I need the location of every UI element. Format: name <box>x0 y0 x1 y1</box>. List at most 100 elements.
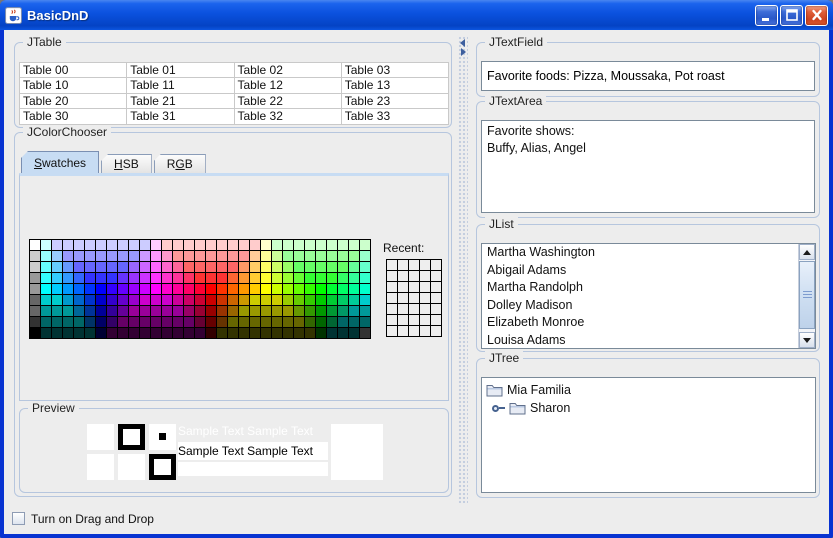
color-swatch[interactable] <box>239 295 249 305</box>
color-swatch[interactable] <box>360 306 370 316</box>
color-swatch[interactable] <box>74 317 84 327</box>
color-swatch[interactable] <box>206 251 216 261</box>
color-swatch[interactable] <box>195 240 205 250</box>
color-swatch[interactable] <box>261 328 271 338</box>
table-cell[interactable]: Table 20 <box>20 94 126 108</box>
color-swatch[interactable] <box>118 240 128 250</box>
color-swatch[interactable] <box>184 317 194 327</box>
color-swatch[interactable] <box>140 295 150 305</box>
color-swatch[interactable] <box>140 306 150 316</box>
color-swatch[interactable] <box>327 295 337 305</box>
color-swatch[interactable] <box>228 317 238 327</box>
color-swatch[interactable] <box>96 306 106 316</box>
color-swatch[interactable] <box>261 262 271 272</box>
color-swatch[interactable] <box>30 273 40 283</box>
color-swatch[interactable] <box>349 295 359 305</box>
color-swatch[interactable] <box>283 262 293 272</box>
color-swatch[interactable] <box>96 262 106 272</box>
color-swatch[interactable] <box>74 262 84 272</box>
color-swatch[interactable] <box>250 284 260 294</box>
color-swatch[interactable] <box>173 317 183 327</box>
color-swatch[interactable] <box>151 328 161 338</box>
recent-swatch[interactable] <box>398 315 408 325</box>
color-swatch[interactable] <box>74 295 84 305</box>
color-swatch[interactable] <box>162 273 172 283</box>
recent-swatch[interactable] <box>387 293 397 303</box>
color-swatch[interactable] <box>118 306 128 316</box>
table-cell[interactable]: Table 01 <box>127 63 233 77</box>
color-swatch[interactable] <box>228 262 238 272</box>
color-swatch[interactable] <box>294 317 304 327</box>
table-cell[interactable]: Table 13 <box>342 78 448 92</box>
color-swatch[interactable] <box>107 273 117 283</box>
color-swatch[interactable] <box>305 295 315 305</box>
color-swatch[interactable] <box>52 273 62 283</box>
color-swatch[interactable] <box>239 328 249 338</box>
jtextarea-input[interactable]: Favorite shows: Buffy, Alias, Angel <box>481 120 815 213</box>
color-swatch[interactable] <box>283 284 293 294</box>
color-swatch[interactable] <box>316 251 326 261</box>
color-swatch[interactable] <box>217 306 227 316</box>
recent-swatch[interactable] <box>409 326 419 336</box>
color-swatch[interactable] <box>118 251 128 261</box>
color-swatch[interactable] <box>118 328 128 338</box>
table-cell[interactable]: Table 03 <box>342 63 448 77</box>
color-swatch[interactable] <box>63 262 73 272</box>
color-swatch[interactable] <box>63 240 73 250</box>
color-swatch[interactable] <box>107 295 117 305</box>
color-swatch[interactable] <box>272 240 282 250</box>
recent-swatch[interactable] <box>409 315 419 325</box>
color-swatch[interactable] <box>52 262 62 272</box>
color-swatch[interactable] <box>107 328 117 338</box>
color-swatch[interactable] <box>184 328 194 338</box>
color-swatch[interactable] <box>107 306 117 316</box>
color-swatch[interactable] <box>349 306 359 316</box>
color-swatch[interactable] <box>41 306 51 316</box>
table-cell[interactable]: Table 31 <box>127 109 233 123</box>
color-swatch[interactable] <box>250 317 260 327</box>
color-swatch[interactable] <box>261 306 271 316</box>
color-swatch[interactable] <box>74 251 84 261</box>
recent-swatch[interactable] <box>420 304 430 314</box>
color-swatch[interactable] <box>239 273 249 283</box>
color-swatch[interactable] <box>283 295 293 305</box>
color-swatch[interactable] <box>239 262 249 272</box>
color-swatch[interactable] <box>228 328 238 338</box>
color-swatch[interactable] <box>41 240 51 250</box>
color-swatch[interactable] <box>140 273 150 283</box>
color-swatch[interactable] <box>217 273 227 283</box>
color-swatch[interactable] <box>327 284 337 294</box>
tree-expand-handle[interactable] <box>492 405 505 412</box>
color-swatch[interactable] <box>85 273 95 283</box>
color-swatch[interactable] <box>272 251 282 261</box>
color-swatch[interactable] <box>250 306 260 316</box>
table-cell[interactable]: Table 21 <box>127 94 233 108</box>
list-item[interactable]: Dolley Madison <box>482 297 815 315</box>
color-swatch[interactable] <box>96 251 106 261</box>
color-swatch[interactable] <box>228 306 238 316</box>
color-swatch[interactable] <box>239 251 249 261</box>
color-swatch[interactable] <box>52 306 62 316</box>
color-swatch[interactable] <box>283 251 293 261</box>
color-swatch[interactable] <box>360 328 370 338</box>
collapse-left-arrow-icon[interactable] <box>460 39 465 47</box>
color-swatch[interactable] <box>250 240 260 250</box>
color-swatch[interactable] <box>217 262 227 272</box>
color-swatch[interactable] <box>96 328 106 338</box>
color-swatch[interactable] <box>294 273 304 283</box>
color-swatch[interactable] <box>316 240 326 250</box>
color-swatch[interactable] <box>360 317 370 327</box>
color-swatch[interactable] <box>129 273 139 283</box>
color-swatch[interactable] <box>283 306 293 316</box>
color-swatch[interactable] <box>195 295 205 305</box>
color-swatch[interactable] <box>283 240 293 250</box>
color-swatch[interactable] <box>52 284 62 294</box>
color-swatch[interactable] <box>30 240 40 250</box>
color-swatch[interactable] <box>349 251 359 261</box>
table-cell[interactable]: Table 11 <box>127 78 233 92</box>
recent-swatch[interactable] <box>431 293 441 303</box>
color-swatch[interactable] <box>206 273 216 283</box>
color-swatch[interactable] <box>129 284 139 294</box>
color-swatch[interactable] <box>140 240 150 250</box>
color-swatch[interactable] <box>107 251 117 261</box>
